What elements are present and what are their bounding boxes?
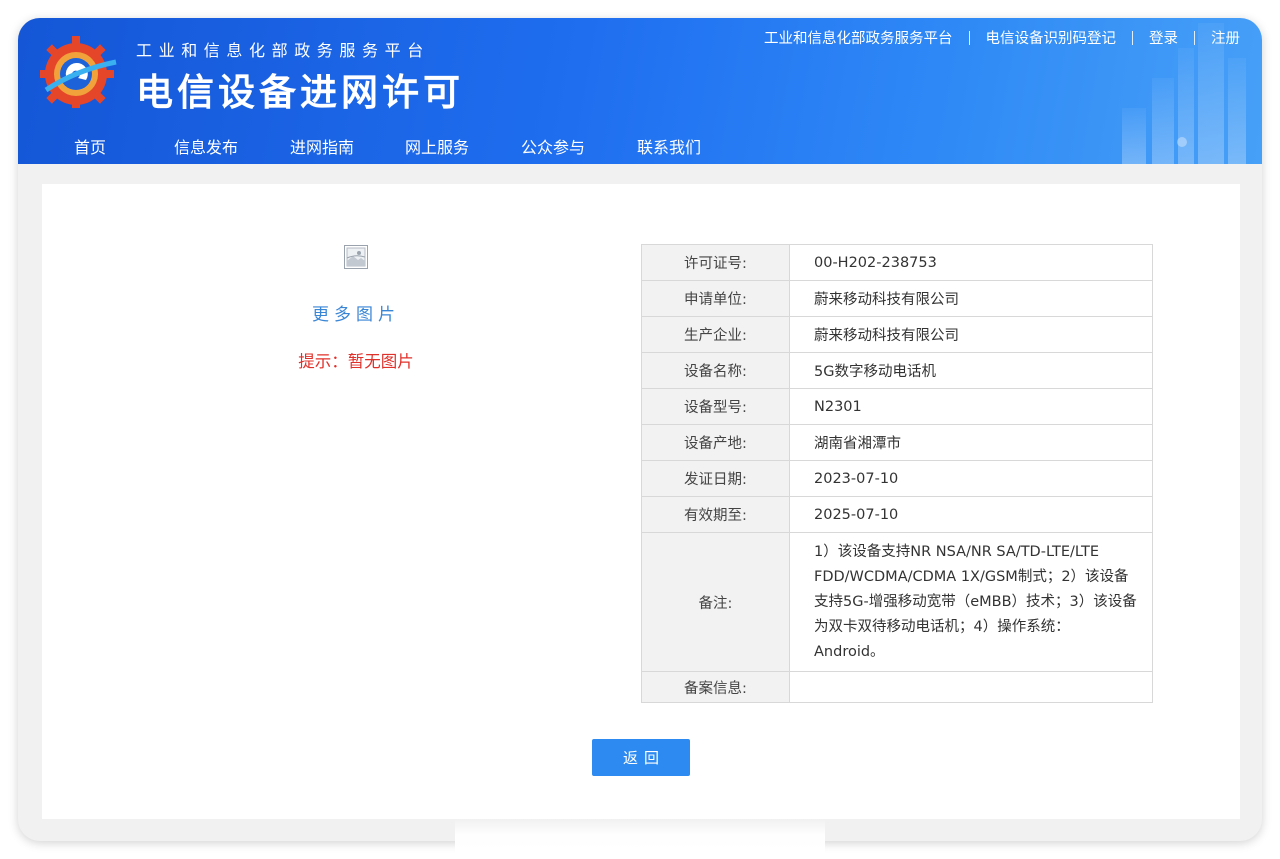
table-row: 发证日期: 2023-07-10 <box>641 460 1153 497</box>
table-row: 许可证号: 00-H202-238753 <box>641 244 1153 281</box>
login-link[interactable]: 登录 <box>1149 27 1178 48</box>
field-label-filing-info: 备案信息: <box>641 671 790 703</box>
divider <box>968 30 970 45</box>
field-label-applicant: 申请单位: <box>641 280 790 317</box>
nav-item-guide[interactable]: 进网指南 <box>290 134 354 158</box>
table-row: 备注: 1）该设备支持NR NSA/NR SA/TD-LTE/LTE FDD/W… <box>641 532 1153 672</box>
field-label-manufacturer: 生产企业: <box>641 316 790 353</box>
table-row: 设备名称: 5G数字移动电话机 <box>641 352 1153 389</box>
nav-item-contact[interactable]: 联系我们 <box>637 134 701 158</box>
field-value-valid-until: 2025-07-10 <box>789 496 1153 533</box>
table-row: 申请单位: 蔚来移动科技有限公司 <box>641 280 1153 317</box>
nav-item-home[interactable]: 首页 <box>74 134 106 158</box>
field-value-applicant: 蔚来移动科技有限公司 <box>789 280 1153 317</box>
more-pictures-link[interactable]: 更多图片 <box>262 300 450 325</box>
table-row: 设备产地: 湖南省湘潭市 <box>641 424 1153 461</box>
field-label-issue-date: 发证日期: <box>641 460 790 497</box>
no-pictures-hint: 提示：暂无图片 <box>298 352 414 371</box>
main-nav: 首页 信息发布 进网指南 网上服务 公众参与 联系我们 <box>18 134 818 160</box>
field-label-valid-until: 有效期至: <box>641 496 790 533</box>
divider <box>1194 30 1195 45</box>
license-details-table: 许可证号: 00-H202-238753 申请单位: 蔚来移动科技有限公司 生产… <box>641 244 1153 703</box>
field-label-device-name: 设备名称: <box>641 352 790 389</box>
field-value-origin: 湖南省湘潭市 <box>789 424 1153 461</box>
browser-window: 工业和信息化部政务服务平台 电信设备进网许可 工业和信息化部政务服务平台 电信设… <box>18 18 1262 841</box>
broken-image-icon <box>344 245 368 269</box>
bottom-fade <box>455 819 825 859</box>
top-link-imei-registration[interactable]: 电信设备识别码登记 <box>986 27 1117 48</box>
field-label-license-no: 许可证号: <box>641 244 790 281</box>
field-value-manufacturer: 蔚来移动科技有限公司 <box>789 316 1153 353</box>
field-value-model: N2301 <box>789 388 1153 425</box>
field-value-license-no: 00-H202-238753 <box>789 244 1153 281</box>
field-value-issue-date: 2023-07-10 <box>789 460 1153 497</box>
site-subtitle: 工业和信息化部政务服务平台 <box>136 41 430 60</box>
table-row: 备案信息: <box>641 671 1153 703</box>
field-value-device-name: 5G数字移动电话机 <box>789 352 1153 389</box>
table-row: 生产企业: 蔚来移动科技有限公司 <box>641 316 1153 353</box>
nav-item-online-services[interactable]: 网上服务 <box>405 134 469 158</box>
field-value-remarks: 1）该设备支持NR NSA/NR SA/TD-LTE/LTE FDD/WCDMA… <box>789 532 1153 672</box>
miit-logo <box>40 36 117 108</box>
top-links: 工业和信息化部政务服务平台 电信设备识别码登记 登录 注册 <box>764 27 1240 48</box>
register-link[interactable]: 注册 <box>1211 27 1240 48</box>
back-button[interactable]: 返回 <box>592 739 690 776</box>
field-value-filing-info <box>789 671 1153 703</box>
table-row: 设备型号: N2301 <box>641 388 1153 425</box>
main-content: 更多图片 提示：暂无图片 许可证号: 00-H202-238753 申请单位: … <box>42 184 1240 819</box>
field-label-remarks: 备注: <box>641 532 790 672</box>
divider <box>1132 30 1133 45</box>
site-header: 工业和信息化部政务服务平台 电信设备进网许可 工业和信息化部政务服务平台 电信设… <box>18 18 1262 164</box>
table-row: 有效期至: 2025-07-10 <box>641 496 1153 533</box>
nav-item-public-participation[interactable]: 公众参与 <box>521 134 585 158</box>
field-label-model: 设备型号: <box>641 388 790 425</box>
nav-item-news[interactable]: 信息发布 <box>174 134 238 158</box>
field-label-origin: 设备产地: <box>641 424 790 461</box>
top-link-miit-platform[interactable]: 工业和信息化部政务服务平台 <box>764 27 953 48</box>
site-title: 电信设备进网许可 <box>136 71 464 114</box>
